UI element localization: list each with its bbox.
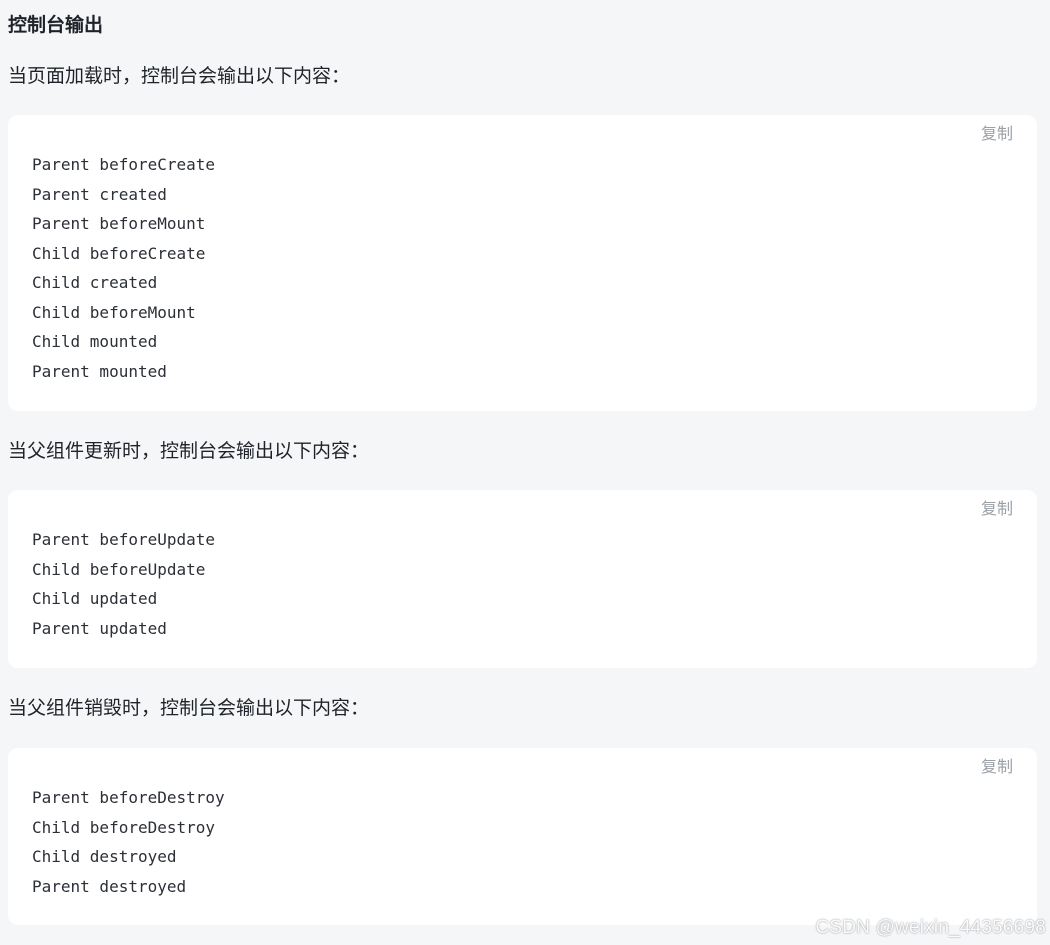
- code-line: Parent beforeCreate: [32, 155, 216, 174]
- intro-parent-update: 当父组件更新时，控制台会输出以下内容：: [8, 440, 370, 462]
- code-line: Parent destroyed: [32, 876, 187, 896]
- code-line: Child destroyed: [32, 847, 177, 866]
- code-block-page-load: 复制 Parent beforeCreate Parent created Pa…: [8, 115, 1037, 411]
- code-lines: Parent beforeDestroy Child beforeDestroy…: [32, 783, 225, 901]
- intro-parent-destroy: 当父组件销毁时，控制台会输出以下内容：: [8, 697, 370, 719]
- code-line: Child created: [32, 273, 158, 292]
- code-lines: Parent beforeUpdate Child beforeUpdate C…: [32, 525, 215, 643]
- code-line: Child mounted: [32, 332, 158, 351]
- copy-button[interactable]: 复制: [981, 123, 1013, 145]
- csdn-watermark: CSDN @weixin_44356698: [815, 917, 1046, 938]
- code-line: Parent updated: [32, 618, 167, 638]
- code-line: Child beforeDestroy: [32, 817, 216, 837]
- code-line: Parent created: [32, 184, 167, 204]
- code-line: Parent beforeDestroy: [32, 788, 225, 807]
- code-line: Parent beforeUpdate: [32, 530, 216, 549]
- code-line: Parent beforeMount: [32, 214, 206, 233]
- code-lines: Parent beforeCreate Parent created Paren…: [32, 150, 215, 386]
- code-line: Child beforeCreate: [32, 243, 206, 263]
- code-line: Parent mounted: [32, 361, 167, 381]
- intro-page-load: 当页面加载时，控制台会输出以下内容：: [8, 65, 351, 87]
- code-line: Child beforeUpdate: [32, 559, 206, 579]
- code-block-parent-destroy: 复制 Parent beforeDestroy Child beforeDest…: [8, 748, 1037, 925]
- code-block-parent-update: 复制 Parent beforeUpdate Child beforeUpdat…: [8, 490, 1037, 668]
- copy-button[interactable]: 复制: [981, 756, 1013, 778]
- copy-button[interactable]: 复制: [981, 498, 1013, 520]
- code-line: Child beforeMount: [32, 302, 196, 322]
- code-line: Child updated: [32, 589, 158, 608]
- section-heading: 控制台输出: [8, 14, 104, 36]
- article-content: 控制台输出 当页面加载时，控制台会输出以下内容： 复制 Parent befor…: [0, 0, 1050, 945]
